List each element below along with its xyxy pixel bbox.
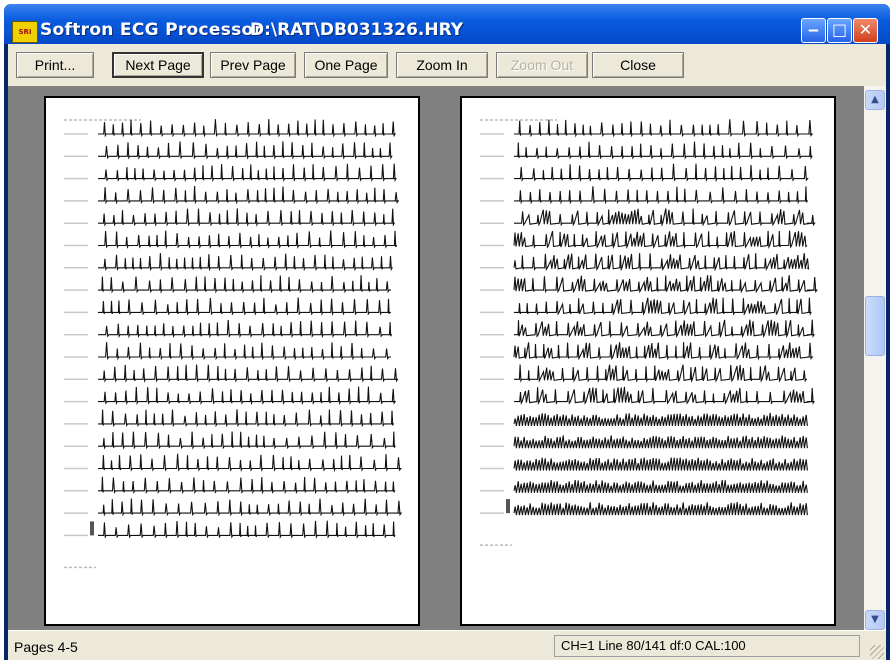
prev-page-button[interactable]: Prev Page — [210, 52, 296, 78]
print-button[interactable]: Print... — [16, 52, 94, 78]
ecg-strip — [98, 297, 391, 316]
ecg-strip — [98, 431, 396, 450]
vertical-scrollbar[interactable]: ▲ ▼ — [864, 86, 886, 630]
ecg-strip — [513, 457, 808, 471]
ecg-strip — [98, 476, 396, 495]
title-bar[interactable]: SRI Softron ECG Processor D:\RAT\DB03132… — [4, 4, 890, 44]
print-button-label: Print... — [34, 57, 76, 73]
close-button[interactable]: Close — [592, 52, 684, 78]
ecg-strip — [513, 502, 808, 516]
ecg-strip — [98, 141, 393, 160]
ecg-strip — [98, 364, 399, 383]
ecg-strip — [98, 520, 396, 539]
ecg-strip — [98, 253, 394, 272]
preview-page-left — [44, 96, 420, 626]
ecg-strip — [98, 409, 395, 428]
window-title: Softron ECG Processor — [40, 20, 263, 40]
ecg-strip — [514, 364, 807, 383]
ecg-strip — [513, 253, 810, 272]
print-preview-area[interactable] — [8, 86, 864, 630]
ecg-strip — [514, 297, 812, 316]
ecg-strip — [514, 163, 809, 183]
ecg-strip — [98, 230, 398, 250]
ecg-strip — [98, 119, 397, 138]
minimize-button[interactable]: ‒ — [801, 18, 826, 43]
close-window-button[interactable]: ✕ — [853, 18, 878, 43]
ecg-strip — [513, 275, 818, 294]
minimize-icon: ‒ — [807, 20, 820, 39]
ecg-strip — [514, 208, 816, 227]
one-page-button[interactable]: One Page — [304, 52, 388, 78]
ecg-strip — [514, 319, 815, 339]
ecg-strip — [98, 319, 393, 339]
ecg-strip — [98, 342, 391, 361]
next-page-button[interactable]: Next Page — [112, 52, 204, 78]
calibration-pulse — [90, 521, 94, 536]
maximize-icon: □ — [831, 20, 848, 39]
ecg-strip — [98, 185, 400, 205]
status-pages: Pages 4-5 — [14, 639, 78, 655]
one-page-button-label: One Page — [314, 57, 378, 73]
ecg-strip — [98, 498, 403, 517]
ecg-strip — [513, 435, 808, 449]
scroll-thumb[interactable] — [865, 296, 885, 356]
status-info: CH=1 Line 80/141 df:0 CAL:100 — [554, 635, 860, 657]
scroll-up-button[interactable]: ▲ — [865, 90, 885, 110]
ecg-strip — [513, 342, 814, 361]
ecg-strip — [514, 141, 813, 160]
toolbar: Print... Next Page Prev Page One Page Zo… — [8, 44, 886, 86]
app-icon[interactable]: SRI — [12, 21, 38, 43]
ecg-strip — [513, 412, 808, 427]
preview-page-right — [460, 96, 836, 626]
ecg-strip — [98, 453, 402, 473]
resize-grip-icon[interactable] — [870, 645, 884, 659]
maximize-button[interactable]: □ — [827, 18, 852, 43]
scroll-down-button[interactable]: ▼ — [865, 610, 885, 630]
prev-page-button-label: Prev Page — [220, 57, 286, 73]
zoom-in-button-label: Zoom In — [416, 57, 468, 73]
ecg-strip — [513, 479, 808, 493]
calibration-pulse — [506, 499, 510, 514]
ecg-strip — [98, 275, 391, 294]
chevron-up-icon: ▲ — [871, 94, 879, 105]
zoom-out-button: Zoom Out — [496, 52, 588, 78]
ecg-strip — [514, 186, 809, 205]
file-path: D:\RAT\DB031326.HRY — [250, 20, 464, 40]
chevron-down-icon: ▼ — [871, 614, 879, 625]
close-button-label: Close — [620, 57, 656, 73]
next-page-button-label: Next Page — [125, 57, 191, 73]
ecg-page-left — [64, 119, 403, 569]
zoom-in-button[interactable]: Zoom In — [396, 52, 488, 78]
app-window: SRI Softron ECG Processor D:\RAT\DB03132… — [4, 4, 890, 660]
status-bar: Pages 4-5 CH=1 Line 80/141 df:0 CAL:100 — [8, 630, 886, 660]
ecg-strip — [513, 230, 808, 250]
zoom-out-button-label: Zoom Out — [510, 57, 574, 73]
ecg-strip — [98, 163, 397, 183]
ecg-page-right — [480, 119, 818, 546]
ecg-strip — [98, 386, 397, 406]
ecg-strip — [514, 119, 814, 138]
ecg-strip — [98, 208, 396, 227]
close-icon: ✕ — [858, 20, 873, 39]
ecg-strip — [514, 386, 815, 406]
